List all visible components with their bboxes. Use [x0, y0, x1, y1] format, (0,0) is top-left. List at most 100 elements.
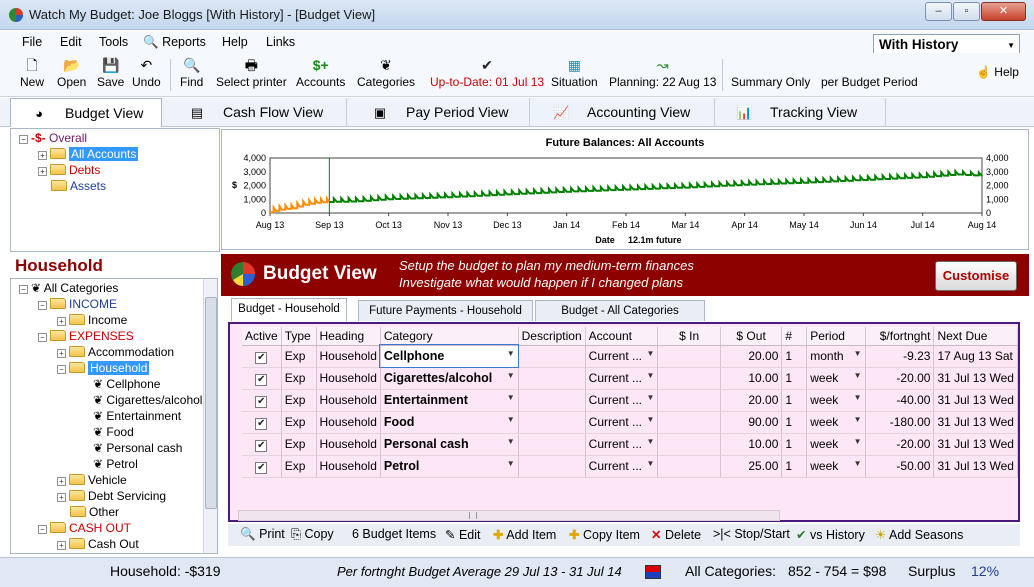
per-budget-period-toggle[interactable]: per Budget Period	[821, 75, 918, 89]
next-due-cell[interactable]: 17 Aug 13 Sat	[933, 345, 1018, 368]
customise-button[interactable]: Customise	[935, 261, 1017, 291]
categories-button[interactable]: ❦ Categories	[357, 57, 415, 89]
chevron-down-icon[interactable]: ▼	[854, 371, 862, 380]
account-cell[interactable]: Current ... ▼	[585, 345, 659, 368]
account-cell[interactable]: Current ... ▼	[585, 411, 659, 434]
table-row[interactable]: ✔ Exp Household Personal cash ▼ Current ... ▼ 1…	[242, 433, 1018, 456]
undo-button[interactable]: ↶ Undo	[132, 57, 161, 89]
active-checkbox[interactable]: ✔	[242, 367, 282, 390]
chevron-down-icon[interactable]: ▼	[646, 349, 654, 358]
col-out[interactable]: $ Out	[720, 327, 783, 346]
count-cell[interactable]: 1	[781, 389, 808, 412]
tree-household[interactable]: − Household	[57, 360, 150, 376]
category-cell[interactable]: Petrol ▼	[380, 455, 519, 478]
tree-vehicle[interactable]: + Vehicle	[57, 472, 127, 488]
next-due-cell[interactable]: 31 Jul 13 Wed	[933, 367, 1018, 390]
fortnight-cell[interactable]: -40.00	[865, 389, 935, 412]
tree-all-categories[interactable]: − ❦ All Categories	[19, 280, 118, 296]
tree-income-child[interactable]: + Income	[57, 312, 127, 328]
description-cell[interactable]	[518, 345, 586, 368]
history-mode-select[interactable]: With History ▼	[873, 34, 1020, 55]
tree-debts[interactable]: + Debts	[38, 162, 100, 178]
next-due-cell[interactable]: 31 Jul 13 Wed	[933, 433, 1018, 456]
chevron-down-icon[interactable]: ▼	[646, 415, 654, 424]
col-in[interactable]: $ In	[657, 327, 721, 346]
in-cell[interactable]	[657, 367, 721, 390]
menu-help[interactable]: Help	[222, 35, 248, 49]
period-cell[interactable]: week ▼	[806, 367, 866, 390]
in-cell[interactable]	[657, 411, 721, 434]
out-cell[interactable]: 10.00	[720, 367, 783, 390]
fortnight-cell[interactable]: -20.00	[865, 433, 935, 456]
col-count[interactable]: #	[781, 327, 808, 346]
tree-personal-cash[interactable]: ❦ Personal cash	[93, 440, 182, 456]
tab-pay-period-view[interactable]: ▣ Pay Period View	[348, 98, 530, 126]
count-cell[interactable]: 1	[781, 367, 808, 390]
period-cell[interactable]: week ▼	[806, 389, 866, 412]
col-type[interactable]: Type	[281, 327, 317, 346]
tree-petrol[interactable]: ❦ Petrol	[93, 456, 138, 472]
tree-scrollbar[interactable]	[203, 279, 217, 553]
chevron-down-icon[interactable]: ▼	[854, 415, 862, 424]
account-cell[interactable]: Current ... ▼	[585, 433, 659, 456]
heading-cell[interactable]: Household	[316, 389, 381, 412]
out-cell[interactable]: 90.00	[720, 411, 783, 434]
col-active[interactable]: Active	[242, 327, 282, 346]
count-cell[interactable]: 1	[781, 411, 808, 434]
fortnight-cell[interactable]: -180.00	[865, 411, 935, 434]
active-checkbox[interactable]: ✔	[242, 389, 282, 412]
open-button[interactable]: 📂 Open	[57, 57, 86, 89]
heading-cell[interactable]: Household	[316, 433, 381, 456]
chevron-down-icon[interactable]: ▼	[854, 349, 862, 358]
chevron-down-icon[interactable]: ▼	[507, 459, 515, 468]
out-cell[interactable]: 10.00	[720, 433, 783, 456]
description-cell[interactable]	[518, 389, 586, 412]
vs-history-button[interactable]: ✔ vs History	[796, 527, 865, 542]
tree-expenses[interactable]: − EXPENSES	[38, 328, 134, 344]
chevron-down-icon[interactable]: ▼	[854, 437, 862, 446]
stop-start-button[interactable]: >|< Stop/Start	[713, 527, 790, 541]
category-cell[interactable]: Cigarettes/alcohol ▼	[380, 367, 519, 390]
grid-horizontal-scrollbar[interactable]	[238, 510, 780, 521]
summary-only-toggle[interactable]: Summary Only	[731, 75, 810, 89]
in-cell[interactable]	[657, 389, 721, 412]
table-row[interactable]: ✔ Exp Household Entertainment ▼ Current ... ▼ 2…	[242, 389, 1018, 412]
tree-cash-out-child[interactable]: + Cash Out	[57, 536, 139, 552]
table-row[interactable]: ✔ Exp Household Food ▼ Current ... ▼ 90.00 1 week…	[242, 411, 1018, 434]
period-cell[interactable]: week ▼	[806, 433, 866, 456]
next-due-cell[interactable]: 31 Jul 13 Wed	[933, 389, 1018, 412]
help-button[interactable]: ☝ Help	[976, 65, 1019, 79]
tree-cellphone[interactable]: ❦ Cellphone	[93, 376, 160, 392]
out-cell[interactable]: 20.00	[720, 389, 783, 412]
chevron-down-icon[interactable]: ▼	[507, 393, 515, 402]
category-cell[interactable]: Personal cash ▼	[380, 433, 519, 456]
copy-button[interactable]: ⎘ Copy	[291, 527, 334, 542]
chevron-down-icon[interactable]: ▼	[646, 459, 654, 468]
heading-cell[interactable]: Household	[316, 367, 381, 390]
copy-item-button[interactable]: ✚ Copy Item	[569, 527, 640, 542]
description-cell[interactable]	[518, 367, 586, 390]
account-cell[interactable]: Current ... ▼	[585, 455, 659, 478]
tree-all-accounts[interactable]: + All Accounts	[38, 146, 139, 162]
tree-cash-out[interactable]: − CASH OUT	[38, 520, 131, 536]
find-button[interactable]: 🔍 Find	[180, 57, 203, 89]
type-cell[interactable]: Exp	[281, 411, 317, 434]
heading-cell[interactable]: Household	[316, 455, 381, 478]
tree-food[interactable]: ❦ Food	[93, 424, 134, 440]
description-cell[interactable]	[518, 433, 586, 456]
type-cell[interactable]: Exp	[281, 389, 317, 412]
active-checkbox[interactable]: ✔	[242, 345, 282, 368]
scrollbar-thumb[interactable]	[205, 297, 217, 509]
select-printer-button[interactable]: 🖶 Select printer	[216, 57, 287, 89]
chevron-down-icon[interactable]: ▼	[854, 393, 862, 402]
tree-accommodation[interactable]: + Accommodation	[57, 344, 174, 360]
tab-accounting-view[interactable]: 📈 Accounting View	[531, 98, 715, 126]
category-cell[interactable]: Food ▼	[380, 411, 519, 434]
col-category[interactable]: Category	[380, 327, 519, 346]
type-cell[interactable]: Exp	[281, 455, 317, 478]
tree-assets[interactable]: Assets	[51, 178, 106, 194]
in-cell[interactable]	[657, 433, 721, 456]
delete-button[interactable]: ✕ Delete	[651, 527, 701, 542]
add-item-button[interactable]: ✚ Add Item	[493, 527, 556, 542]
period-cell[interactable]: month ▼	[806, 345, 866, 368]
